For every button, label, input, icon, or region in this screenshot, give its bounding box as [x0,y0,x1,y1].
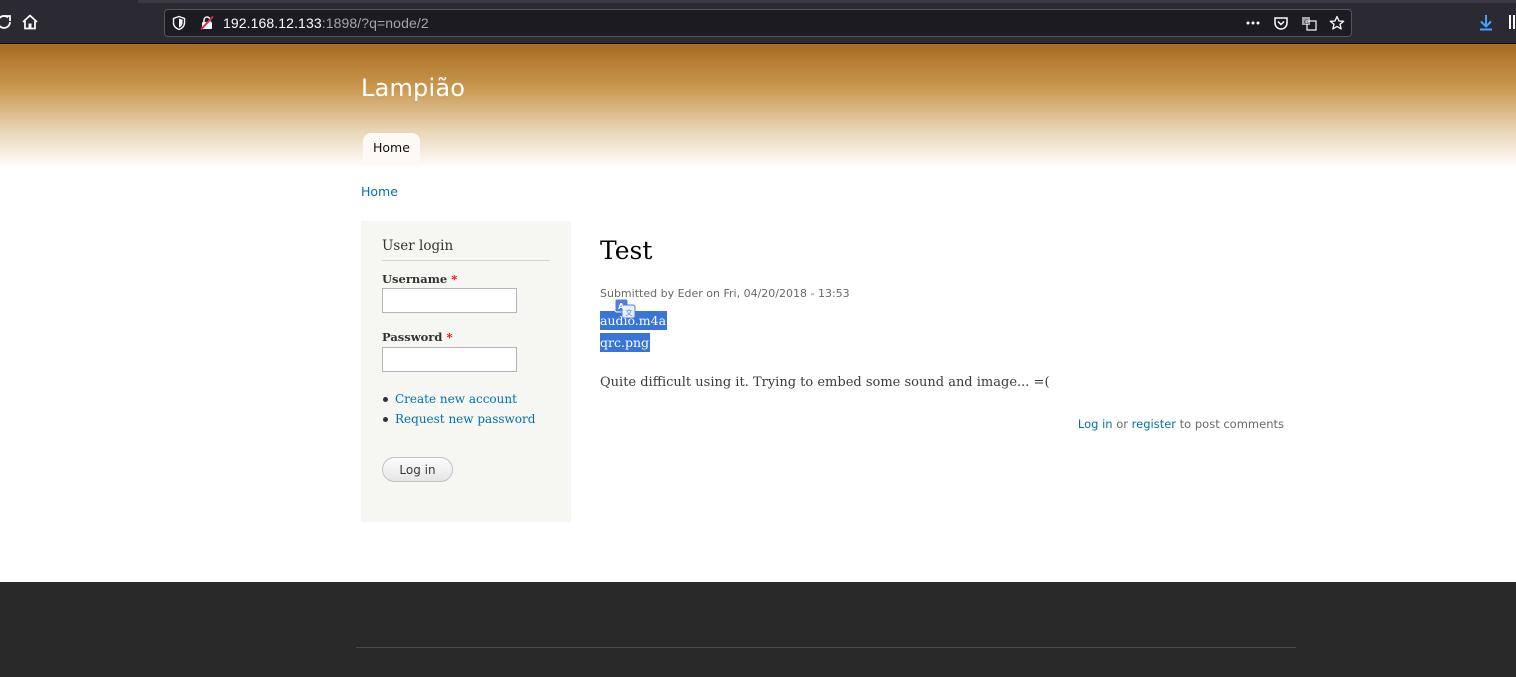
page-title: Test [600,236,653,265]
password-label-text: Password [382,330,443,344]
browser-toolbar: 192.168.12.133:1898/?q=node/2 G [0,0,1516,44]
username-field[interactable] [382,288,517,313]
shield-icon[interactable] [171,15,187,31]
file-link-image[interactable]: qrc.png [600,333,651,352]
list-item: Create new account [382,391,535,411]
svg-text:文: 文 [626,308,633,317]
library-icon[interactable] [1506,12,1516,32]
login-link[interactable]: Log in [1078,417,1113,431]
download-icon[interactable] [1476,12,1496,32]
comment-suffix: to post comments [1179,417,1284,431]
svg-text:G: G [1304,19,1309,26]
or-text: or [1116,417,1128,431]
site-name[interactable]: Lampião [361,74,465,102]
bookmark-star-icon[interactable] [1329,15,1345,31]
password-field[interactable] [382,347,517,372]
more-icon[interactable] [1245,15,1261,31]
url-host: 192.168.12.133 [223,15,322,31]
footer [0,582,1516,677]
site-header: Lampião Home [0,44,1516,168]
tab-home[interactable]: Home [363,133,420,163]
breadcrumb[interactable]: Home [361,184,398,199]
user-login-block: User login Username * Password * Create … [361,221,571,522]
comment-links: Log in or register to post comments [1078,417,1284,431]
block-title: User login [382,238,550,261]
password-label: Password * [382,330,452,344]
username-label-text: Username [382,272,448,286]
required-marker: * [446,330,453,344]
url-path: :1898/?q=node/2 [321,15,429,31]
required-marker: * [451,272,458,286]
username-label: Username * [382,272,457,286]
node-body: Quite difficult using it. Trying to embe… [600,375,1050,390]
translate-icon[interactable]: G [1301,15,1317,31]
svg-text:A: A [618,302,625,311]
register-link[interactable]: register [1132,417,1176,431]
url-text[interactable]: 192.168.12.133:1898/?q=node/2 [223,15,429,31]
request-password-link[interactable]: Request new password [395,412,535,426]
list-item: Request new password [382,411,535,431]
insecure-lock-icon[interactable] [199,15,215,31]
home-icon[interactable] [20,12,40,32]
tab-strip-edge [138,0,1516,3]
address-bar[interactable]: 192.168.12.133:1898/?q=node/2 G [164,9,1352,37]
footer-divider [356,647,1296,648]
submitted-info: Submitted by Eder on Fri, 04/20/2018 - 1… [600,287,850,300]
translate-popup-icon[interactable]: A 文 [613,297,637,321]
create-account-link[interactable]: Create new account [395,392,517,406]
login-button[interactable]: Log in [382,457,453,482]
reload-icon[interactable] [0,12,14,32]
login-links: Create new account Request new password [382,391,535,431]
pocket-icon[interactable] [1273,15,1289,31]
